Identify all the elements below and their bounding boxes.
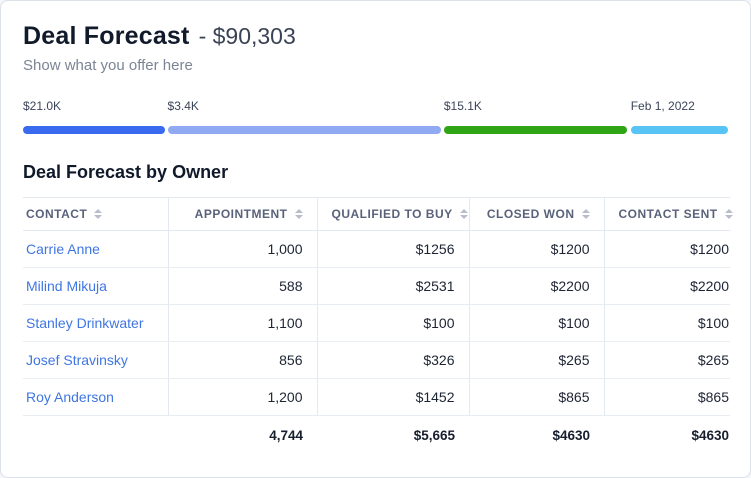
column-header-contact[interactable]: CONTACT [23,198,168,231]
appointment-cell: 588 [168,268,317,305]
appointment-cell: 1,200 [168,379,317,416]
closed-won-cell: $865 [469,379,604,416]
appointment-cell: 856 [168,342,317,379]
contact-link[interactable]: Stanley Drinkwater [26,315,144,331]
contact-link[interactable]: Josef Stravinsky [26,352,128,368]
contact-link[interactable]: Roy Anderson [26,389,114,405]
totals-empty-cell [23,416,168,456]
contact-sent-cell: $265 [604,342,730,379]
sort-icon[interactable] [725,209,733,219]
closed-won-cell: $1200 [469,231,604,268]
column-header-label: CONTACT SENT [619,207,718,221]
progress-label-qualified: $3.4K [168,99,199,113]
totals-appointment: 4,744 [168,416,317,456]
qualified-to-buy-cell: $1256 [317,231,469,268]
appointment-cell: 1,100 [168,305,317,342]
progress-segment-cyan[interactable] [631,126,728,134]
contact-cell: Josef Stravinsky [23,342,168,379]
column-header-label: CONTACT [26,207,87,221]
contact-cell: Stanley Drinkwater [23,305,168,342]
totals-closed-won: $4630 [469,416,604,456]
progress-segment-blue[interactable] [23,126,165,134]
qualified-to-buy-cell: $100 [317,305,469,342]
totals-qualified-to-buy: $5,665 [317,416,469,456]
contact-link[interactable]: Milind Mikuja [26,278,107,294]
progress-segment-green[interactable] [444,126,627,134]
page-subtitle: Show what you offer here [23,57,728,74]
table-row: Stanley Drinkwater 1,100 $100 $100 $100 [23,305,730,342]
closed-won-cell: $2200 [469,268,604,305]
contact-sent-cell: $100 [604,305,730,342]
progress-labels: $21.0K $3.4K $15.1K Feb 1, 2022 [23,99,728,114]
progress-label-appointment: $21.0K [23,99,61,113]
sort-icon[interactable] [94,209,102,219]
column-header-label: QUALIFIED TO BUY [332,207,453,221]
contact-cell: Roy Anderson [23,379,168,416]
closed-won-cell: $100 [469,305,604,342]
table-row: Milind Mikuja 588 $2531 $2200 $2200 [23,268,730,305]
table-row: Roy Anderson 1,200 $1452 $865 $865 [23,379,730,416]
progress-label-date: Feb 1, 2022 [631,99,695,113]
table-body: Carrie Anne 1,000 $1256 $1200 $1200 Mili… [23,231,730,416]
closed-won-cell: $265 [469,342,604,379]
contact-cell: Carrie Anne [23,231,168,268]
contact-cell: Milind Mikuja [23,268,168,305]
deal-forecast-card: Deal Forecast - $90,303 Show what you of… [0,0,751,478]
progress-label-closed: $15.1K [444,99,482,113]
progress-segment-periwinkle[interactable] [168,126,442,134]
contact-sent-cell: $865 [604,379,730,416]
column-header-label: CLOSED WON [487,207,575,221]
contact-sent-cell: $2200 [604,268,730,305]
totals-contact-sent: $4630 [604,416,730,456]
qualified-to-buy-cell: $326 [317,342,469,379]
deal-forecast-table: CONTACT APPOINTMENT QUALIFIED TO BUY CLO… [23,197,730,455]
card-header: Deal Forecast - $90,303 [23,22,728,51]
contact-sent-cell: $1200 [604,231,730,268]
table-row: Carrie Anne 1,000 $1256 $1200 $1200 [23,231,730,268]
page-title: Deal Forecast [23,22,190,51]
column-header-closed-won[interactable]: CLOSED WON [469,198,604,231]
progress-bar [23,126,728,134]
column-header-qualified-to-buy[interactable]: QUALIFIED TO BUY [317,198,469,231]
table-title: Deal Forecast by Owner [23,162,728,183]
qualified-to-buy-cell: $1452 [317,379,469,416]
forecast-progress: $21.0K $3.4K $15.1K Feb 1, 2022 [23,99,728,134]
sort-icon[interactable] [582,209,590,219]
column-header-appointment[interactable]: APPOINTMENT [168,198,317,231]
sort-icon[interactable] [295,209,303,219]
forecast-total-amount: - $90,303 [199,23,296,50]
sort-icon[interactable] [460,209,468,219]
appointment-cell: 1,000 [168,231,317,268]
table-totals-row: 4,744 $5,665 $4630 $4630 [23,416,730,456]
contact-link[interactable]: Carrie Anne [26,241,100,257]
table-header-row: CONTACT APPOINTMENT QUALIFIED TO BUY CLO… [23,198,730,231]
qualified-to-buy-cell: $2531 [317,268,469,305]
table-row: Josef Stravinsky 856 $326 $265 $265 [23,342,730,379]
column-header-contact-sent[interactable]: CONTACT SENT [604,198,730,231]
column-header-label: APPOINTMENT [195,207,288,221]
